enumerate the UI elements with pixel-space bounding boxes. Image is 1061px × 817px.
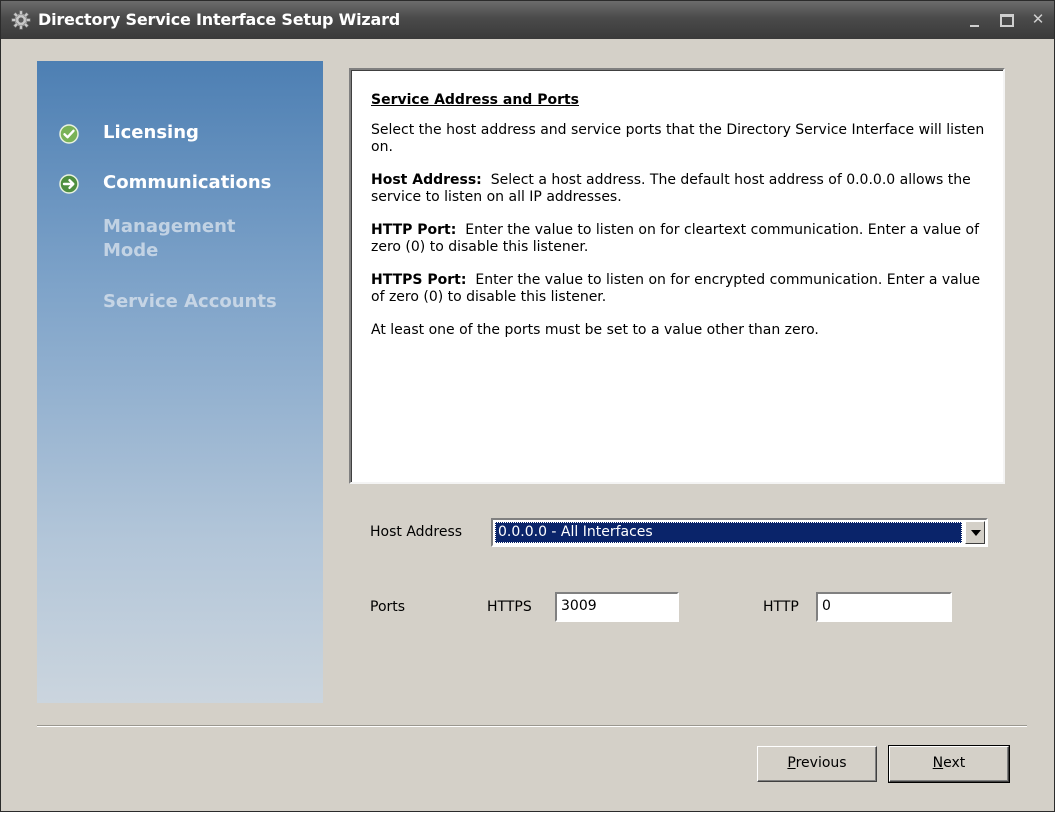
next-mnemonic: N	[932, 755, 944, 771]
step-management-mode: Management Mode	[37, 215, 323, 265]
window-controls: ✕	[970, 11, 1046, 27]
http-port-help: HTTP Port: Enter the value to listen on …	[371, 222, 991, 256]
intro-text: Select the host address and service port…	[371, 122, 985, 155]
check-circle-icon	[59, 124, 79, 144]
step-label: Communications	[103, 172, 272, 193]
step-licensing: Licensing	[37, 121, 323, 149]
maximize-button[interactable]	[1000, 11, 1016, 27]
https-port-label: HTTPS	[487, 599, 532, 615]
close-button[interactable]: ✕	[1030, 11, 1046, 27]
title-bar[interactable]: Directory Service Interface Setup Wizard…	[1, 1, 1054, 39]
port-requirement-note: At least one of the ports must be set to…	[371, 322, 819, 338]
https-port-help: HTTPS Port: Enter the value to listen on…	[371, 272, 991, 306]
minimize-icon	[970, 21, 979, 27]
next-button[interactable]: Next	[888, 745, 1010, 783]
step-label: Management Mode	[103, 216, 236, 261]
https-port-input[interactable]: 3009	[555, 592, 679, 622]
gear-icon	[11, 10, 31, 30]
arrow-circle-icon	[59, 174, 79, 194]
minimize-button[interactable]	[970, 11, 986, 27]
http-port-label: HTTP	[763, 599, 799, 615]
description-text: Service Address and Ports Select the hos…	[371, 92, 991, 355]
footer-separator	[37, 725, 1027, 727]
wizard-steps-sidebar: Licensing Communications Management Mode…	[37, 61, 323, 703]
https-port-term: HTTPS Port:	[371, 272, 467, 288]
close-icon: ✕	[1031, 10, 1045, 28]
ports-label: Ports	[370, 599, 406, 615]
http-port-desc: Enter the value to listen on for clearte…	[371, 222, 980, 255]
chevron-down-icon	[971, 530, 981, 536]
section-heading: Service Address and Ports	[371, 92, 580, 108]
host-address-term: Host Address:	[371, 172, 482, 188]
description-panel: Service Address and Ports Select the hos…	[349, 68, 1005, 484]
previous-mnemonic: P	[787, 755, 796, 771]
maximize-icon	[1000, 14, 1014, 27]
step-service-accounts: Service Accounts	[37, 290, 323, 318]
http-port-input[interactable]: 0	[816, 592, 952, 622]
next-label: ext	[943, 755, 966, 771]
window-title: Directory Service Interface Setup Wizard	[38, 10, 401, 29]
host-address-help: Host Address: Select a host address. The…	[371, 172, 991, 206]
host-address-label: Host Address	[370, 524, 463, 540]
step-communications: Communications	[37, 171, 323, 199]
step-label: Service Accounts	[103, 291, 277, 312]
dropdown-button[interactable]	[965, 521, 985, 544]
http-port-term: HTTP Port:	[371, 222, 457, 238]
host-address-selected-value: 0.0.0.0 - All Interfaces	[495, 522, 962, 543]
host-address-dropdown[interactable]: 0.0.0.0 - All Interfaces	[491, 518, 988, 547]
previous-label: revious	[795, 755, 847, 771]
setup-wizard-window: Directory Service Interface Setup Wizard…	[0, 0, 1055, 812]
step-label: Licensing	[103, 122, 199, 143]
previous-button[interactable]: Previous	[757, 746, 877, 782]
